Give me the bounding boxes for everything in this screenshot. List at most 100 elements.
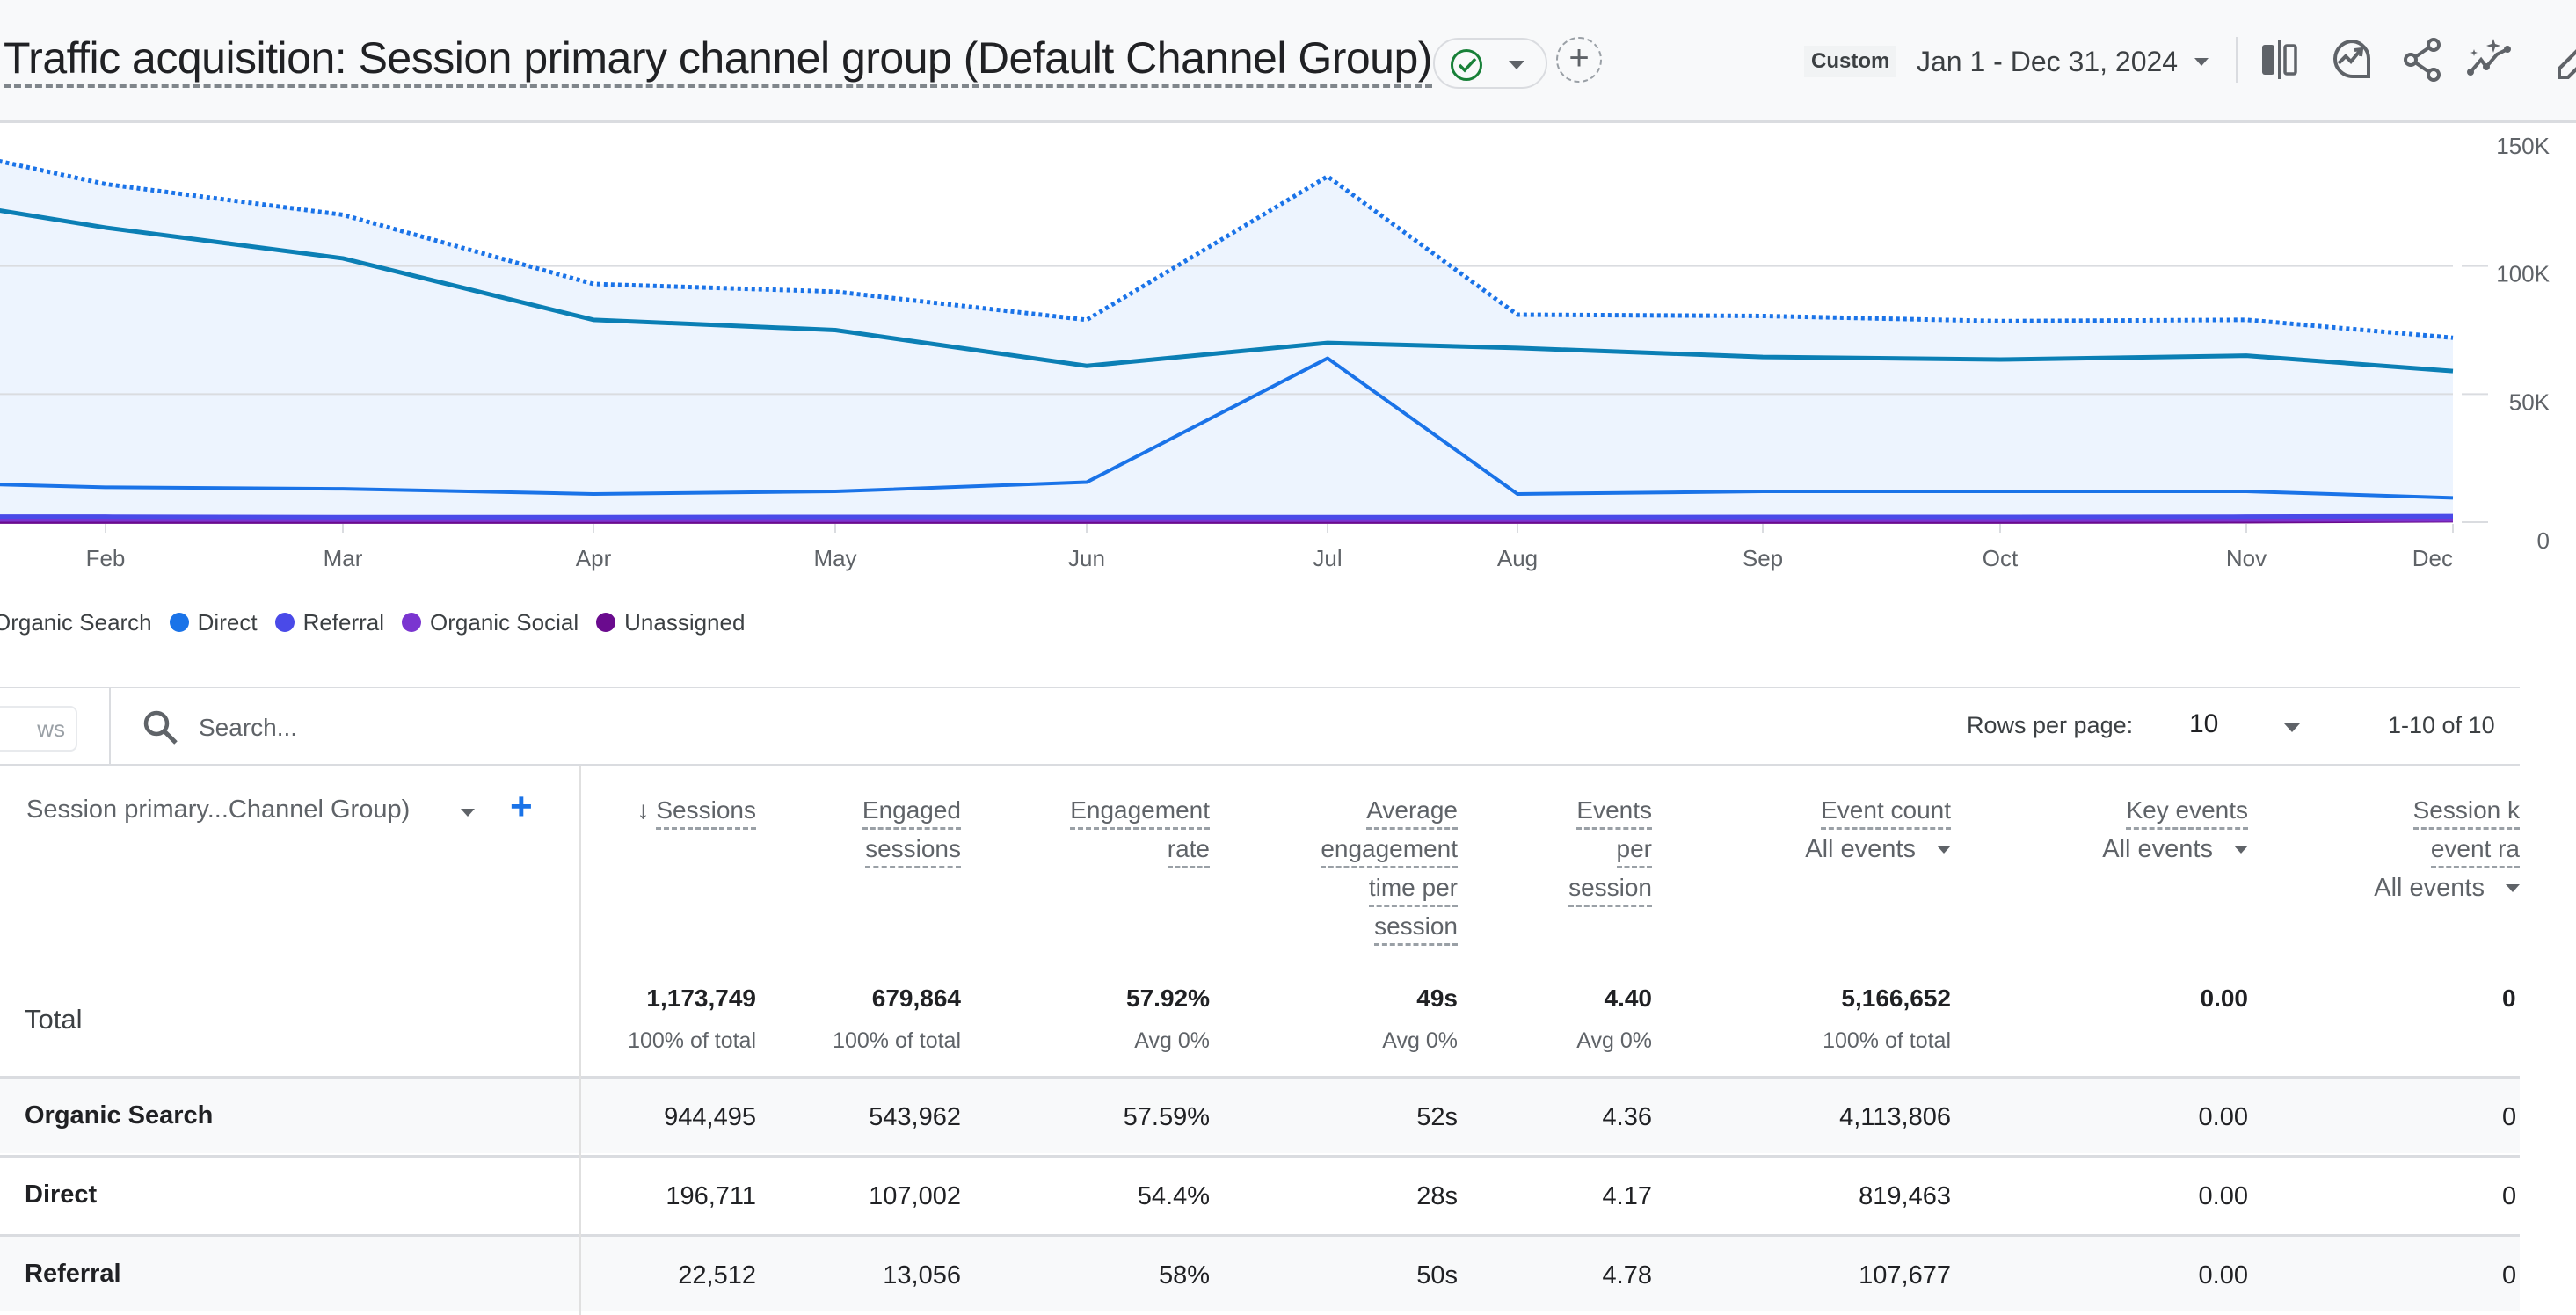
pagination-status: 1-10 of 10 [2388, 712, 2495, 738]
table-cell: 0 [2502, 1103, 2517, 1131]
total-row-label: Total [25, 1004, 83, 1035]
plot-rows-button[interactable]: ws [0, 706, 77, 752]
insights-icon[interactable] [2330, 37, 2376, 83]
toolbar-divider [109, 688, 111, 766]
table-cell: 0 [2502, 1261, 2517, 1290]
x-tick-label: Sep [1743, 545, 1783, 571]
share-icon[interactable] [2400, 37, 2446, 83]
column-header[interactable]: Engagement rate [946, 791, 1210, 868]
legend-dot-icon [169, 613, 189, 632]
sort-descending-icon[interactable]: ↓ [637, 796, 649, 824]
column-header-label: Events [1576, 794, 1652, 830]
total-value: 679,864 [871, 984, 961, 1012]
row-dimension-value[interactable]: Referral [25, 1260, 121, 1289]
table-cell: 58% [1158, 1261, 1210, 1290]
table-cell: 4.36 [1602, 1103, 1652, 1131]
rows-per-page-label: Rows per page: [1967, 712, 2134, 738]
event-filter-value: All events [1805, 835, 1916, 863]
total-value: 5,166,652 [1841, 984, 1951, 1012]
legend-label: Organic Search [0, 608, 152, 636]
legend-item[interactable]: Organic Social [402, 609, 579, 636]
legend-dot-icon [274, 613, 295, 632]
y-tick-label: 50K [2509, 389, 2551, 415]
report-title[interactable]: Traffic acquisition: Session primary cha… [4, 32, 1432, 88]
table-toolbar: ws Rows per page: 10 1-10 of 10 [0, 687, 2520, 766]
date-preset-badge: Custom [1804, 46, 1897, 77]
total-value: 0.00 [2200, 984, 2249, 1012]
column-header-label: Engagement [1070, 794, 1210, 830]
table-cell: 57.59% [1123, 1103, 1210, 1131]
table-cell: 819,463 [1859, 1182, 1951, 1210]
table-cell: 0.00 [2198, 1182, 2248, 1210]
column-header-label: session [1568, 871, 1652, 907]
ai-insights-icon[interactable] [2467, 37, 2513, 83]
table-row[interactable]: Organic Search 944,495 543,962 57.59% 52s 4.3… [0, 1076, 2520, 1153]
line-chart: Feb Mar Apr May Jun Jul Aug Sep Oct Nov Dec 150K 100… [0, 126, 2576, 600]
column-header-label: Session k [2412, 794, 2520, 830]
date-range-picker[interactable]: Jan 1 - Dec 31, 2024 [1917, 44, 2178, 79]
y-tick-label: 0 [2537, 527, 2550, 554]
row-dimension-value[interactable]: Direct [25, 1181, 97, 1210]
report-header: Traffic acquisition: Session primary cha… [0, 0, 2576, 123]
x-tick-label: Aug [1497, 545, 1538, 571]
report-status-dropdown[interactable] [1433, 38, 1547, 89]
legend-item[interactable]: Unassigned [596, 609, 745, 636]
x-tick-label: Oct [1983, 545, 2019, 571]
table-cell: 0 [2502, 1182, 2517, 1210]
column-header-label: session [1374, 910, 1458, 946]
legend-label: Unassigned [624, 608, 746, 636]
legend-item[interactable]: Direct [169, 608, 258, 636]
table-cell: 54.4% [1137, 1182, 1210, 1210]
column-header[interactable]: Engaged sessions [697, 791, 961, 868]
event-filter-value: All events [2374, 874, 2485, 902]
dimension-column-divider [579, 766, 581, 1315]
x-tick-label: Mar [324, 545, 363, 571]
y-tick-label: 150K [2496, 133, 2550, 159]
event-filter-select[interactable]: All events [2374, 868, 2520, 907]
add-comparison-button[interactable]: + [1556, 37, 1602, 83]
y-tick-label: 100K [2496, 261, 2550, 287]
legend-item[interactable]: Referral [274, 608, 385, 636]
edit-icon[interactable] [2554, 37, 2576, 83]
row-dimension-value[interactable]: Organic Search [25, 1101, 213, 1130]
total-area-fill [0, 161, 2453, 522]
rows-per-page-select[interactable]: 10 [2189, 709, 2218, 739]
column-header[interactable]: Events per session [1388, 791, 1652, 907]
search-icon [141, 708, 181, 752]
column-header-label: per [1616, 832, 1652, 868]
legend-item[interactable]: Organic Search [0, 609, 152, 636]
table-row[interactable]: Direct 196,711 107,002 54.4% 28s 4.17 819,463 0… [0, 1155, 2520, 1232]
table-cell: 4.78 [1602, 1261, 1652, 1290]
table-row[interactable]: Referral 22,512 13,056 58% 50s 4.78 107,677 0.0… [0, 1234, 2520, 1311]
column-header[interactable]: Key events All events [1984, 791, 2248, 868]
event-filter-select[interactable]: All events [2102, 830, 2248, 868]
column-header[interactable]: Event count All events [1687, 791, 1951, 868]
dimension-header[interactable]: Session primary...Channel Group) [26, 796, 410, 825]
legend-label: Referral [302, 608, 385, 636]
chevron-down-icon [1937, 845, 1951, 854]
total-value: 57.92% [1126, 984, 1210, 1012]
x-tick-label: Nov [2226, 545, 2267, 571]
table-cell: 107,002 [869, 1182, 961, 1210]
legend-label: Direct [197, 608, 258, 636]
column-header[interactable]: Session k event ra All events [2256, 791, 2520, 907]
legend-label: Organic Social [430, 608, 579, 636]
total-value: 4.40 [1604, 984, 1653, 1012]
rows-per-page-chevron-icon[interactable] [2284, 723, 2300, 732]
chart-svg: Feb Mar Apr May Jun Jul Aug Sep Oct Nov Dec 150K 100… [0, 133, 2551, 571]
date-range-chevron-icon[interactable] [2194, 58, 2209, 66]
x-tick-label: Feb [86, 545, 126, 571]
compare-icon[interactable] [2259, 37, 2305, 83]
column-header-label: event ra [2430, 832, 2520, 868]
table-cell: 4,113,806 [1839, 1103, 1951, 1131]
x-tick-label: May [813, 545, 856, 571]
column-header-label: Key events [2126, 794, 2248, 830]
search-input[interactable] [199, 706, 990, 750]
dimension-chevron-icon[interactable] [461, 809, 475, 817]
event-filter-select[interactable]: All events [1805, 830, 1951, 868]
series-line-referral [0, 513, 2454, 520]
x-tick-label: Jun [1068, 545, 1105, 571]
table-cell: 107,677 [1859, 1261, 1951, 1290]
total-subtext: Avg 0% [1134, 1028, 1210, 1053]
table-cell: 0.00 [2198, 1103, 2248, 1131]
